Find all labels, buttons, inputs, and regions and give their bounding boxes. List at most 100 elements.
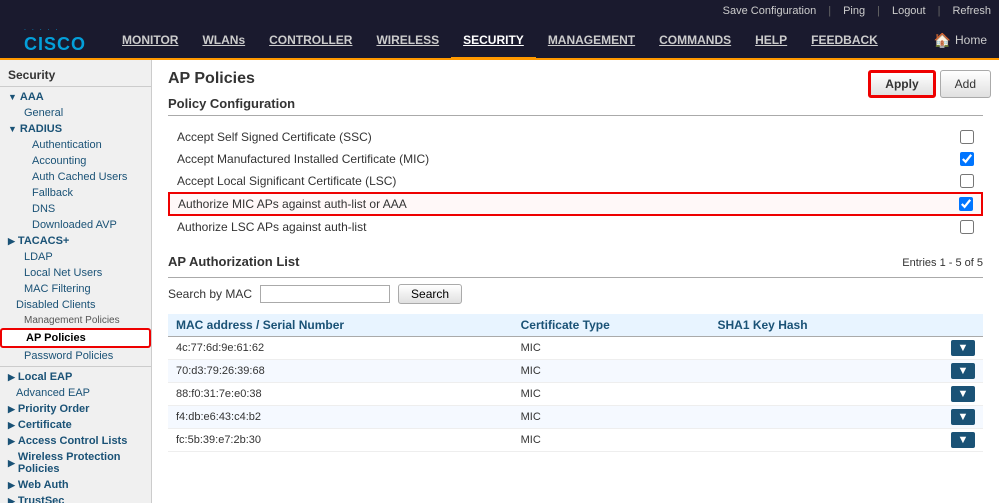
col-mac: MAC address / Serial Number: [168, 314, 513, 337]
cell-cert-3: MIC: [513, 406, 710, 429]
nav-monitor[interactable]: MONITOR: [110, 23, 190, 59]
nav-security[interactable]: SECURITY: [451, 23, 536, 59]
auth-list-section: AP Authorization List Entries 1 - 5 of 5…: [168, 254, 983, 452]
search-button[interactable]: Search: [398, 284, 462, 304]
nav-help[interactable]: HELP: [743, 23, 799, 59]
table-row: 88:f0:31:7e:e0:38MIC▼: [168, 383, 983, 406]
sidebar-wpp-label: Wireless Protection Policies: [18, 451, 143, 475]
policy-row-4: Authorize LSC APs against auth-list: [168, 216, 983, 238]
cell-sha1-0: [710, 337, 909, 360]
nav-management[interactable]: MANAGEMENT: [536, 23, 647, 59]
policy-checkbox-2[interactable]: [960, 174, 974, 188]
cell-sha1-2: [710, 383, 909, 406]
search-input[interactable]: [260, 285, 390, 303]
sidebar-dns[interactable]: DNS: [0, 201, 151, 217]
sidebar-ldap[interactable]: LDAP: [0, 249, 151, 265]
save-config-link[interactable]: Save Configuration: [723, 5, 817, 17]
ap-auth-table: MAC address / Serial Number Certificate …: [168, 314, 983, 452]
policy-row-2: Accept Local Significant Certificate (LS…: [168, 170, 983, 192]
row-action-btn-3[interactable]: ▼: [951, 409, 975, 425]
sidebar-priority-order[interactable]: ▶ Priority Order: [0, 401, 151, 417]
nav-feedback[interactable]: FEEDBACK: [799, 23, 890, 59]
sidebar-tacacs[interactable]: ▶ TACACS+: [0, 233, 151, 249]
page-title: AP Policies: [168, 70, 983, 88]
nav-commands[interactable]: COMMANDS: [647, 23, 743, 59]
row-action-btn-0[interactable]: ▼: [951, 340, 975, 356]
sidebar-authentication[interactable]: Authentication: [0, 137, 151, 153]
add-button[interactable]: Add: [940, 70, 991, 98]
sidebar-aaa[interactable]: ▼ AAA: [0, 89, 151, 105]
cell-mac-1: 70:d3:79:26:39:68: [168, 360, 513, 383]
nav-wlans[interactable]: WLANs: [190, 23, 257, 59]
sidebar-web-auth-label: Web Auth: [18, 479, 69, 491]
content-wrapper: Apply Add AP Policies Policy Configurati…: [152, 60, 999, 503]
col-sha1: SHA1 Key Hash: [710, 314, 909, 337]
sidebar-fallback[interactable]: Fallback: [0, 185, 151, 201]
main-content: AP Policies Policy Configuration Accept …: [152, 60, 999, 462]
cell-mac-2: 88:f0:31:7e:e0:38: [168, 383, 513, 406]
cell-action-1: ▼: [908, 360, 983, 383]
policy-checkbox-4[interactable]: [960, 220, 974, 234]
sidebar-title: Security: [0, 64, 151, 84]
nav-links: MONITOR WLANs CONTROLLER WIRELESS SECURI…: [110, 22, 999, 58]
sidebar-accounting[interactable]: Accounting: [0, 153, 151, 169]
sidebar-password-policies[interactable]: Password Policies: [0, 348, 151, 364]
sidebar-trustsec[interactable]: ▶ TrustSec: [0, 493, 151, 503]
sidebar-divider-1: [0, 86, 151, 87]
web-auth-triangle: ▶: [8, 480, 15, 491]
sidebar-certificate[interactable]: ▶ Certificate: [0, 417, 151, 433]
sidebar-general[interactable]: General: [0, 105, 151, 121]
table-row: 70:d3:79:26:39:68MIC▼: [168, 360, 983, 383]
cell-sha1-4: [710, 429, 909, 452]
sidebar-wpp[interactable]: ▶ Wireless Protection Policies: [0, 449, 151, 477]
sidebar-management-policies[interactable]: Management Policies: [0, 313, 151, 328]
policy-checkbox-0[interactable]: [960, 130, 974, 144]
sidebar-mac-filtering[interactable]: MAC Filtering: [0, 281, 151, 297]
top-bar: Save Configuration | Ping | Logout | Ref…: [0, 0, 999, 22]
apply-button[interactable]: Apply: [868, 70, 935, 98]
sidebar-downloaded-avp[interactable]: Downloaded AVP: [0, 217, 151, 233]
sidebar-aaa-label: AAA: [20, 91, 44, 103]
sidebar-web-auth[interactable]: ▶ Web Auth: [0, 477, 151, 493]
table-header-row: MAC address / Serial Number Certificate …: [168, 314, 983, 337]
policy-row-1: Accept Manufactured Installed Certificat…: [168, 148, 983, 170]
cell-mac-4: fc:5b:39:e7:2b:30: [168, 429, 513, 452]
policy-label-3: Authorize MIC APs against auth-list or A…: [178, 197, 959, 211]
nav-controller[interactable]: CONTROLLER: [257, 23, 364, 59]
ping-link[interactable]: Ping: [843, 5, 865, 17]
policy-checkbox-1[interactable]: [960, 152, 974, 166]
sidebar-disabled-clients[interactable]: Disabled Clients: [0, 297, 151, 313]
row-action-btn-4[interactable]: ▼: [951, 432, 975, 448]
policy-label-1: Accept Manufactured Installed Certificat…: [177, 152, 960, 166]
acl-triangle: ▶: [8, 436, 15, 447]
table-row: fc:5b:39:e7:2b:30MIC▼: [168, 429, 983, 452]
aaa-triangle: ▼: [8, 92, 17, 102]
home-link[interactable]: 🏠 Home: [922, 32, 999, 49]
policy-row-3: Authorize MIC APs against auth-list or A…: [168, 192, 983, 216]
sidebar-acl-label: Access Control Lists: [18, 435, 127, 447]
sidebar-radius[interactable]: ▼ RADIUS: [0, 121, 151, 137]
sidebar-local-net-users[interactable]: Local Net Users: [0, 265, 151, 281]
sidebar-local-eap[interactable]: ▶ Local EAP: [0, 369, 151, 385]
nav-wireless[interactable]: WIRELESS: [364, 23, 451, 59]
entries-info: Entries 1 - 5 of 5: [902, 257, 983, 269]
logo-area: . . . . . CISCO: [0, 22, 110, 58]
sidebar-ap-policies[interactable]: AP Policies: [0, 328, 151, 348]
cell-mac-0: 4c:77:6d:9e:61:62: [168, 337, 513, 360]
sidebar-acl[interactable]: ▶ Access Control Lists: [0, 433, 151, 449]
logout-link[interactable]: Logout: [892, 5, 926, 17]
policy-checkbox-3[interactable]: [959, 197, 973, 211]
cell-sha1-3: [710, 406, 909, 429]
cell-sha1-1: [710, 360, 909, 383]
policy-label-2: Accept Local Significant Certificate (LS…: [177, 174, 960, 188]
sidebar: Security ▼ AAA General ▼ RADIUS Authenti…: [0, 60, 152, 503]
sidebar-auth-cached-users[interactable]: Auth Cached Users: [0, 169, 151, 185]
sidebar-certificate-label: Certificate: [18, 419, 72, 431]
row-action-btn-2[interactable]: ▼: [951, 386, 975, 402]
col-action: [908, 314, 983, 337]
table-row: 4c:77:6d:9e:61:62MIC▼: [168, 337, 983, 360]
sidebar-advanced-eap[interactable]: Advanced EAP: [0, 385, 151, 401]
policy-table: Accept Self Signed Certificate (SSC)Acce…: [168, 126, 983, 238]
row-action-btn-1[interactable]: ▼: [951, 363, 975, 379]
refresh-link[interactable]: Refresh: [952, 5, 991, 17]
